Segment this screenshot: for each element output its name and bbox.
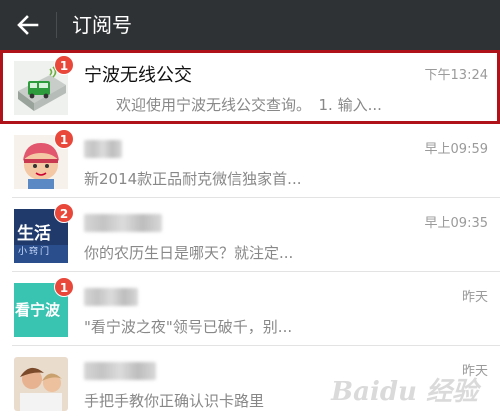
subscription-item[interactable]: 生活 小窍门 2 早上09:35 你的农历生日是哪天？就注定...: [0, 198, 500, 272]
page-title: 订阅号: [72, 13, 132, 37]
cartoon-girl-avatar: 1: [14, 129, 74, 189]
back-button[interactable]: [6, 5, 50, 45]
message-time: 早上09:59: [424, 142, 488, 157]
subscription-name: 宁波无线公交: [84, 65, 192, 86]
photo-avatar: [14, 357, 68, 411]
header-divider: [56, 12, 57, 38]
message-preview: 欢迎使用宁波无线公交查询。 1. 输入...: [116, 96, 382, 114]
message-preview: "看宁波之夜"领号已破千，别...: [84, 318, 293, 336]
top-bar: 订阅号: [0, 0, 500, 50]
subscription-list: 1 宁波无线公交 下午13:24 欢迎使用宁波无线公交查询。 1. 输入... …: [0, 50, 500, 420]
message-time: 昨天: [461, 290, 488, 305]
message-preview: 你的农历生日是哪天？就注定...: [84, 244, 294, 262]
subscription-item[interactable]: 1 早上09:59 新2014款正品耐克微信独家首...: [0, 124, 500, 198]
kan-ningbo-logo-avatar: 看宁波 1: [14, 277, 74, 337]
blurred-subscription-name: [84, 362, 156, 380]
bus-icon: 1: [14, 55, 74, 115]
avatar-label: 生活: [17, 224, 51, 244]
blurred-subscription-name: [84, 140, 122, 158]
life-logo-avatar: 生活 小窍门 2: [14, 203, 74, 263]
watermark: Baidu 经验: [331, 377, 478, 407]
subscription-item-ningbo-bus[interactable]: 1 宁波无线公交 下午13:24 欢迎使用宁波无线公交查询。 1. 输入...: [0, 50, 500, 124]
message-time: 早上09:35: [424, 216, 488, 231]
avatar-sublabel: 小窍门: [18, 247, 52, 257]
unread-badge: 1: [54, 277, 74, 297]
blurred-subscription-name: [84, 214, 162, 232]
avatar-label: 看宁波: [15, 301, 61, 319]
blurred-subscription-name: [84, 288, 138, 306]
unread-badge: 2: [54, 203, 74, 223]
message-time: 下午13:24: [424, 68, 488, 83]
unread-badge: 1: [54, 129, 74, 149]
subscription-item[interactable]: 看宁波 1 昨天 "看宁波之夜"领号已破千，别...: [0, 272, 500, 346]
message-preview: 新2014款正品耐克微信独家首...: [84, 170, 302, 188]
arrow-left-icon: [17, 15, 39, 35]
unread-badge: 1: [54, 55, 74, 75]
